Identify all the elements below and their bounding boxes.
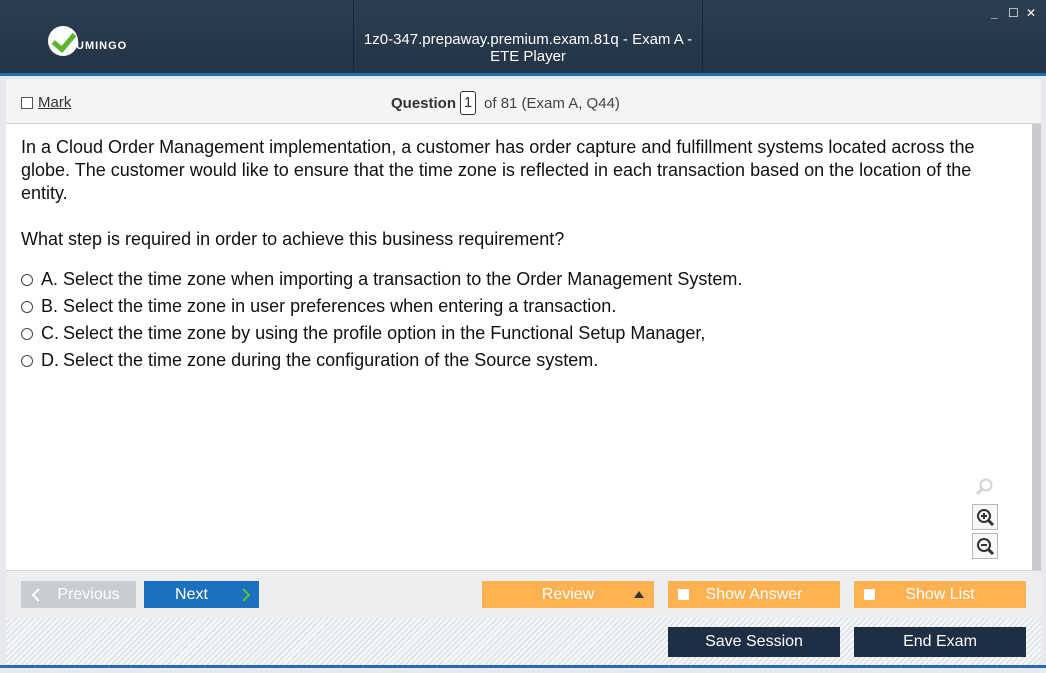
window-frame-right bbox=[1041, 76, 1046, 668]
answer-option-a[interactable]: A. Select the time zone when importing a… bbox=[21, 266, 742, 293]
close-icon[interactable]: ✕ bbox=[1026, 6, 1036, 20]
option-letter: A. bbox=[41, 269, 59, 289]
show-list-label: Show List bbox=[905, 585, 975, 603]
next-label: Next bbox=[175, 585, 208, 603]
show-list-button[interactable]: Show List bbox=[854, 581, 1026, 608]
end-exam-label: End Exam bbox=[903, 633, 977, 650]
caret-up-icon bbox=[634, 591, 644, 598]
footer-bar: Save Session End Exam bbox=[6, 618, 1041, 665]
zoom-reset-icon[interactable] bbox=[972, 474, 998, 500]
radio-icon[interactable] bbox=[21, 273, 33, 286]
show-answer-button[interactable]: Show Answer bbox=[668, 581, 840, 608]
option-text: Select the time zone by using the profil… bbox=[63, 323, 706, 343]
question-total: of 81 (Exam A, Q44) bbox=[484, 94, 620, 112]
save-session-label: Save Session bbox=[705, 633, 803, 650]
chevron-right-icon bbox=[242, 588, 251, 602]
title-bar: UMINGO 1z0-347.prepaway.premium.exam.81q… bbox=[0, 0, 1046, 76]
title-divider bbox=[702, 0, 703, 73]
zoom-out-icon[interactable] bbox=[972, 533, 998, 559]
checkbox-icon[interactable] bbox=[678, 589, 689, 600]
radio-icon[interactable] bbox=[21, 300, 33, 313]
review-button[interactable]: Review bbox=[482, 581, 654, 608]
question-counter: Question 1 of 81 (Exam A, Q44) bbox=[391, 91, 620, 115]
question-prompt: What step is required in order to achiev… bbox=[21, 229, 565, 249]
option-text: Select the time zone when importing a tr… bbox=[63, 269, 743, 289]
option-letter: D. bbox=[41, 350, 59, 370]
option-letter: C. bbox=[41, 323, 59, 343]
question-text: In a Cloud Order Management implementati… bbox=[21, 137, 975, 203]
zoom-in-icon[interactable] bbox=[972, 504, 998, 530]
show-answer-label: Show Answer bbox=[705, 585, 803, 603]
mark-label: Mark bbox=[38, 94, 72, 111]
app-logo: UMINGO bbox=[48, 26, 127, 56]
checkmark-logo-icon bbox=[48, 26, 78, 56]
save-session-button[interactable]: Save Session bbox=[668, 627, 840, 657]
radio-icon[interactable] bbox=[21, 327, 33, 340]
question-number-input[interactable]: 1 bbox=[460, 91, 477, 115]
answer-options: A. Select the time zone when importing a… bbox=[21, 266, 742, 374]
content-scrollbar[interactable] bbox=[1032, 124, 1041, 570]
bottom-border bbox=[0, 665, 1046, 673]
maximize-icon[interactable]: ☐ bbox=[1008, 6, 1019, 20]
answer-option-c[interactable]: C. Select the time zone by using the pro… bbox=[21, 320, 742, 347]
next-button[interactable]: Next bbox=[144, 581, 259, 608]
answer-option-d[interactable]: D. Select the time zone during the confi… bbox=[21, 347, 742, 374]
option-text: Select the time zone in user preferences… bbox=[63, 296, 617, 316]
option-text: Select the time zone during the configur… bbox=[63, 350, 599, 370]
question-header: Mark Question 1 of 81 (Exam A, Q44) bbox=[6, 79, 1041, 124]
option-letter: B. bbox=[41, 296, 59, 316]
mark-checkbox[interactable]: Mark bbox=[21, 94, 71, 111]
checkbox-icon[interactable] bbox=[21, 96, 33, 109]
radio-icon[interactable] bbox=[21, 354, 33, 367]
minimize-icon[interactable]: _ bbox=[991, 6, 998, 20]
logo-text: UMINGO bbox=[76, 40, 128, 52]
question-content: In a Cloud Order Management implementati… bbox=[6, 124, 1032, 570]
end-exam-button[interactable]: End Exam bbox=[854, 627, 1026, 657]
window-title: 1z0-347.prepaway.premium.exam.81q - Exam… bbox=[363, 31, 693, 65]
question-label: Question bbox=[391, 94, 457, 112]
navigation-bar: Previous Next Review Show Answer Show Li… bbox=[6, 570, 1041, 618]
review-label: Review bbox=[541, 585, 595, 603]
answer-option-b[interactable]: B. Select the time zone in user preferen… bbox=[21, 293, 742, 320]
chevron-left-icon bbox=[31, 588, 40, 602]
checkbox-icon[interactable] bbox=[864, 589, 875, 600]
previous-button[interactable]: Previous bbox=[21, 581, 136, 608]
previous-label: Previous bbox=[57, 585, 120, 603]
